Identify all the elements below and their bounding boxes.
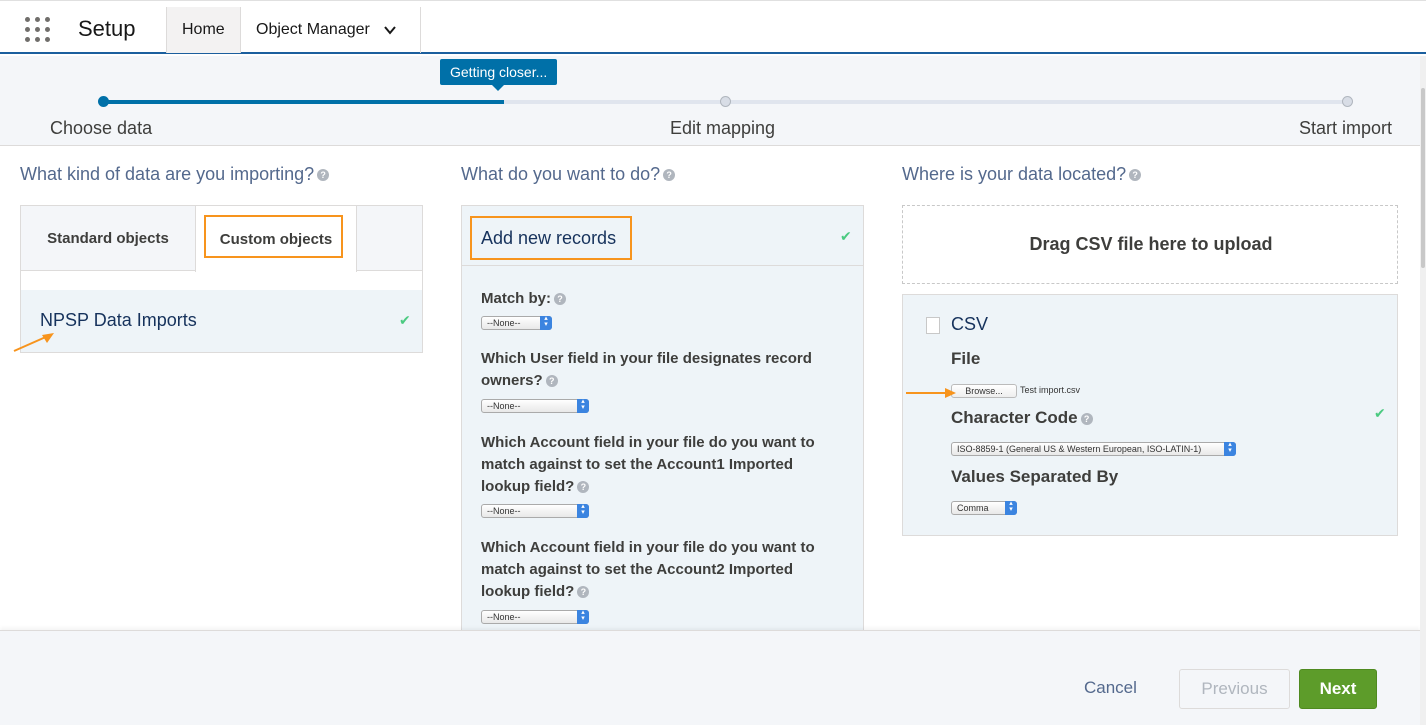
csv-dropzone[interactable]: Drag CSV file here to upload xyxy=(902,205,1398,284)
select-arrows-icon: ▴ ▾ xyxy=(1224,441,1236,456)
tab-object-manager[interactable]: Object Manager xyxy=(241,7,421,53)
checkmark-icon: ✔ xyxy=(399,312,411,328)
column1-title: What kind of data are you importing?? xyxy=(20,164,330,185)
help-icon[interactable]: ? xyxy=(1080,412,1093,425)
select-arrows-icon: ▴ ▾ xyxy=(577,503,589,518)
match-by-value: --None-- xyxy=(487,318,521,328)
step-label-choose-data: Choose data xyxy=(50,118,153,138)
checkmark-icon: ✔ xyxy=(840,228,852,244)
scrollbar-thumb[interactable] xyxy=(1421,88,1425,268)
match-by-select[interactable]: --None-- ▴ ▾ xyxy=(481,315,552,330)
column2-title-text: What do you want to do? xyxy=(461,164,661,184)
user-field-value: --None-- xyxy=(487,401,521,411)
column1-title-text: What kind of data are you importing? xyxy=(20,164,315,184)
top-nav-bar: Setup Home Object Manager xyxy=(0,0,1426,54)
dropzone-label: Drag CSV file here to upload xyxy=(1029,234,1273,254)
charcode-label: Character Code? xyxy=(951,408,1093,428)
tab-home-label: Home xyxy=(182,21,225,38)
question-account1-text: Which Account field in your file do you … xyxy=(481,434,815,495)
account1-field-select[interactable]: --None-- ▴ ▾ xyxy=(481,503,589,518)
step-label-start-import: Start import xyxy=(1299,118,1393,138)
annotation-arrow-icon xyxy=(13,333,54,352)
question-user-field: Which User field in your file designates… xyxy=(481,348,841,392)
separator-value: Comma xyxy=(957,503,989,513)
file-label: File xyxy=(951,349,981,368)
step-label-edit-mapping: Edit mapping xyxy=(670,118,776,138)
progress-fill xyxy=(104,100,504,104)
step-dot-choose-data[interactable] xyxy=(98,96,109,107)
account1-field-value: --None-- xyxy=(487,506,521,516)
progress-tooltip: Getting closer... xyxy=(440,59,558,91)
select-arrows-icon: ▴ ▾ xyxy=(577,609,589,624)
separator-label: Values Separated By xyxy=(951,467,1119,486)
highlight-box xyxy=(470,216,632,260)
select-arrows-icon: ▴ ▾ xyxy=(1005,500,1017,515)
user-field-select[interactable]: --None-- ▴ ▾ xyxy=(481,398,589,413)
question-account2-text: Which Account field in your file do you … xyxy=(481,539,815,600)
charcode-select[interactable]: ISO-8859-1 (General US & Western Europea… xyxy=(951,441,1236,456)
app-launcher-icon[interactable] xyxy=(25,17,51,43)
next-button[interactable]: Next xyxy=(1299,669,1377,709)
help-icon[interactable]: ? xyxy=(663,169,676,182)
app-title: Setup xyxy=(78,16,136,41)
tab-standard-objects-label: Standard objects xyxy=(47,230,169,247)
step-dot-edit-mapping[interactable] xyxy=(720,96,731,107)
account2-field-select[interactable]: --None-- ▴ ▾ xyxy=(481,609,589,624)
help-icon[interactable]: ? xyxy=(577,586,590,599)
tab-home[interactable]: Home xyxy=(166,7,241,53)
cancel-button[interactable]: Cancel xyxy=(1084,678,1137,698)
list-item-label: NPSP Data Imports xyxy=(40,310,197,330)
tab-standard-objects[interactable]: Standard objects xyxy=(21,206,195,271)
help-icon[interactable]: ? xyxy=(554,293,567,306)
separator-select[interactable]: Comma ▴ ▾ xyxy=(951,500,1017,515)
selected-file-name: Test import.csv xyxy=(1020,385,1081,395)
help-icon[interactable]: ? xyxy=(545,375,558,388)
annotation-arrow-icon xyxy=(906,388,956,398)
list-item-npsp-data-imports[interactable]: NPSP Data Imports ✔ xyxy=(21,290,422,352)
column3-title: Where is your data located?? xyxy=(902,164,1142,185)
browse-button[interactable]: Browse... xyxy=(951,384,1017,398)
charcode-value: ISO-8859-1 (General US & Western Europea… xyxy=(957,444,1202,454)
wizard-footer: Cancel Previous Next xyxy=(0,630,1420,725)
question-account2-field: Which Account field in your file do you … xyxy=(481,537,841,603)
question-user-field-text: Which User field in your file designates… xyxy=(481,350,812,389)
match-by-text: Match by: xyxy=(481,290,552,307)
csv-source-panel[interactable]: CSV File Browse... Test import.csv Chara… xyxy=(902,294,1398,536)
column3-title-text: Where is your data located? xyxy=(902,164,1127,184)
previous-button[interactable]: Previous xyxy=(1179,669,1290,709)
checkmark-icon: ✔ xyxy=(1374,405,1386,421)
select-arrows-icon: ▴ ▾ xyxy=(577,398,589,413)
help-icon[interactable]: ? xyxy=(1129,169,1142,182)
highlight-box xyxy=(204,215,343,258)
account2-field-value: --None-- xyxy=(487,612,521,622)
help-icon[interactable]: ? xyxy=(577,481,590,494)
tab-object-manager-label: Object Manager xyxy=(256,21,370,38)
source-label: CSV xyxy=(951,314,989,334)
help-icon[interactable]: ? xyxy=(317,169,330,182)
charcode-text: Character Code xyxy=(951,408,1078,427)
select-arrows-icon: ▴ ▾ xyxy=(540,315,552,330)
progress-indicator: Getting closer... Choose data Edit mappi… xyxy=(0,56,1420,146)
document-icon xyxy=(926,317,940,334)
match-by-label: Match by:? xyxy=(481,288,841,310)
chevron-down-icon[interactable] xyxy=(384,24,396,36)
step-dot-start-import[interactable] xyxy=(1342,96,1353,107)
column2-title: What do you want to do?? xyxy=(461,164,676,185)
object-type-panel: Standard objects Custom objects NPSP Dat… xyxy=(20,205,423,353)
question-account1-field: Which Account field in your file do you … xyxy=(481,432,841,498)
action-panel: Add new records ✔ Match by:? --None-- ▴ ▾ … xyxy=(461,205,864,635)
